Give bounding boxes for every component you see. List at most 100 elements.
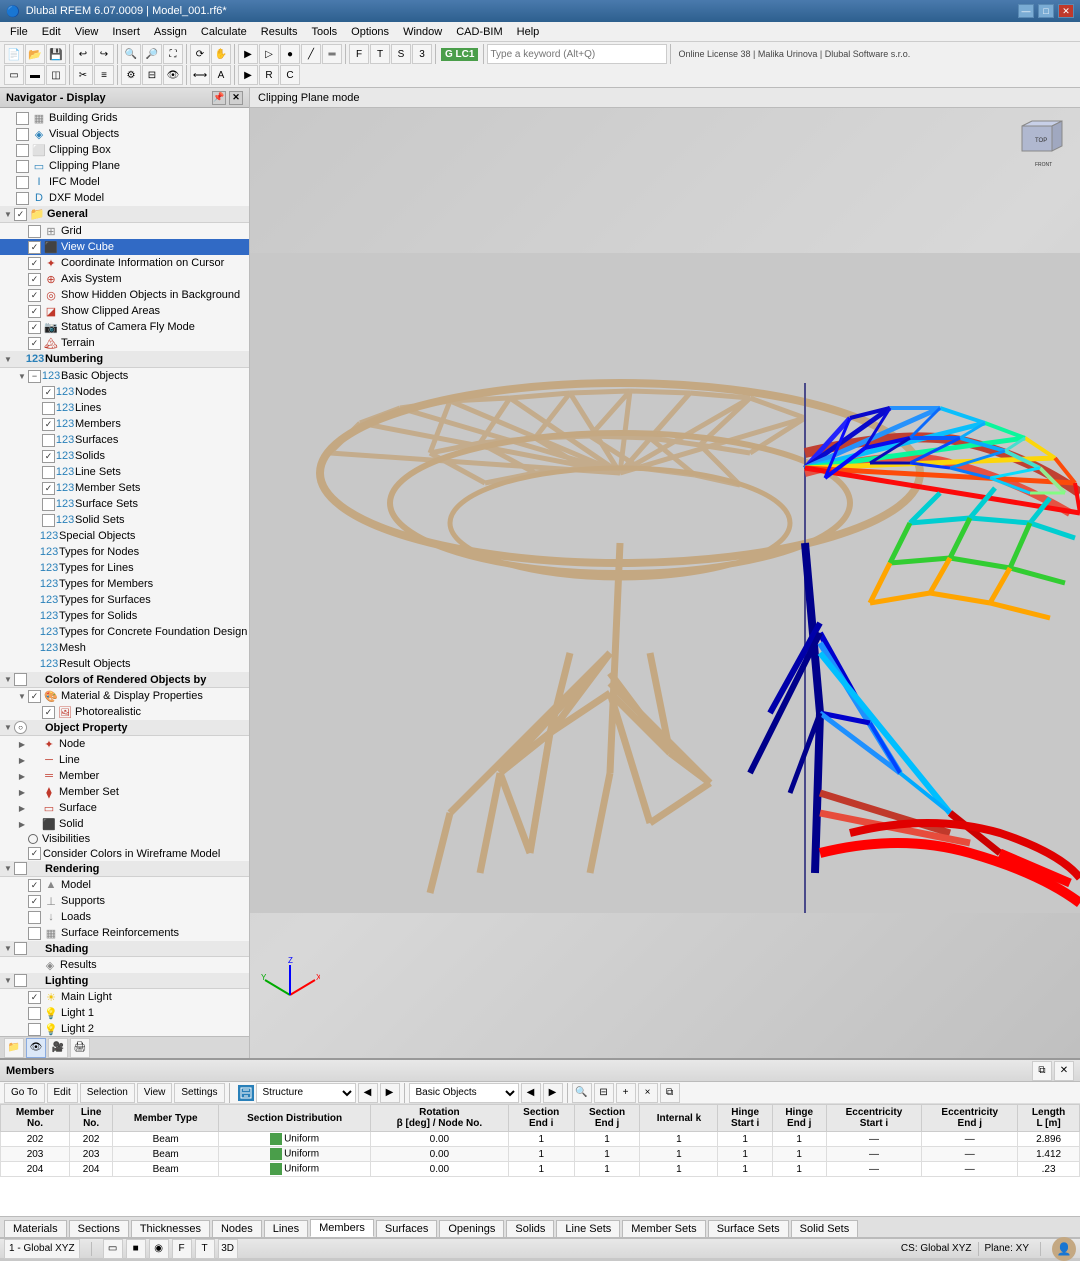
tree-item-building-grids[interactable]: ▦ Building Grids [0,110,249,126]
tree-section-general[interactable]: ▼ 📁 General [0,206,249,223]
tb-section[interactable]: ≡ [94,65,114,85]
cb-view-cube[interactable] [28,241,41,254]
menu-tools[interactable]: Tools [305,24,343,40]
tree-section-lighting[interactable]: ▼ Lighting [0,973,249,989]
cb-material[interactable] [28,690,41,703]
tree-item-model-render[interactable]: ▲ Model [0,877,249,893]
col-section-dist[interactable]: Section Distribution [219,1105,371,1132]
tree-item-solids-num[interactable]: 123 Solids [0,448,249,464]
tree-item-members-num[interactable]: 123 Members [0,416,249,432]
tb-redo[interactable]: ↪ [94,44,114,64]
tree-item-types-solids[interactable]: 123 Types for Solids [0,608,249,624]
cb-surfacesets-num[interactable] [42,498,55,511]
tree-item-supports[interactable]: ⊥ Supports [0,893,249,909]
menu-edit[interactable]: Edit [36,24,67,40]
maximize-button[interactable]: □ [1038,4,1054,18]
view-button[interactable]: View [137,1083,173,1103]
tree-item-axis[interactable]: ⊕ Axis System [0,271,249,287]
menu-window[interactable]: Window [397,24,448,40]
objects-filter-dropdown[interactable]: Basic Objects [409,1083,519,1103]
edit-button[interactable]: Edit [47,1083,78,1103]
tree-item-nodes[interactable]: 123 Nodes [0,384,249,400]
cb-grid[interactable] [28,225,41,238]
nav-tab-print[interactable]: 🖨 [70,1038,90,1058]
tb-zoom-in[interactable]: 🔍 [121,44,141,64]
tb-zoom-all[interactable]: ⛶ [163,44,183,64]
cb-terrain[interactable] [28,337,41,350]
col-section-endi[interactable]: SectionEnd i [508,1105,574,1132]
status-persp[interactable]: 3D [218,1239,238,1259]
nav-tab-views[interactable]: 🎥 [48,1038,68,1058]
tb-display-settings[interactable]: ⚙ [121,65,141,85]
tb-persp-view[interactable]: 3 [412,44,432,64]
tree-item-visibilities[interactable]: Visibilities [0,832,249,846]
col-rotation[interactable]: Rotationβ [deg] / Node No. [370,1105,508,1132]
tb-filter[interactable]: ⊟ [142,65,162,85]
tree-item-loads[interactable]: ↓ Loads [0,909,249,925]
tree-section-shading[interactable]: ▼ Shading [0,941,249,957]
menu-help[interactable]: Help [511,24,546,40]
menu-results[interactable]: Results [255,24,304,40]
menu-insert[interactable]: Insert [106,24,146,40]
bottom-tab-members[interactable]: Members [310,1219,374,1237]
tb-save[interactable]: 💾 [46,44,66,64]
bottom-tab-materials[interactable]: Materials [4,1220,67,1237]
tree-item-light1[interactable]: 💡 Light 1 [0,1005,249,1021]
cb-surfaces-num[interactable] [42,434,55,447]
tree-item-ifc[interactable]: I IFC Model [0,174,249,190]
cb-clipping-plane[interactable] [16,160,29,173]
tb-annotation[interactable]: A [211,65,231,85]
tree-item-clipping-plane[interactable]: ▭ Clipping Plane [0,158,249,174]
tree-item-membersets-num[interactable]: 123 Member Sets [0,480,249,496]
cb-ifc[interactable] [16,176,29,189]
tree-item-dxf[interactable]: D DXF Model [0,190,249,206]
tree-item-surface-reinf[interactable]: ▦ Surface Reinforcements [0,925,249,941]
objects-prev-button[interactable]: ◀ [521,1083,541,1103]
tree-item-types-lines[interactable]: 123 Types for Lines [0,560,249,576]
tree-item-basic-objects[interactable]: ▼ 123 Basic Objects [0,368,249,384]
tree-item-material-display[interactable]: ▼ 🎨 Material & Display Properties [0,688,249,704]
tb-dim[interactable]: ⟷ [190,65,210,85]
cb-main-light[interactable] [28,991,41,1004]
cb-obj-prop[interactable]: ○ [14,721,27,734]
cb-lighting[interactable] [14,974,27,987]
menu-assign[interactable]: Assign [148,24,193,40]
menu-file[interactable]: File [4,24,34,40]
objects-next-button[interactable]: ▶ [543,1083,563,1103]
cb-model-render[interactable] [28,879,41,892]
cb-solidsets-num[interactable] [42,514,55,527]
cb-clipped[interactable] [28,305,41,318]
add-row-button[interactable]: + [616,1083,636,1103]
tb-pan[interactable]: ✋ [211,44,231,64]
cb-general[interactable] [14,208,27,221]
tb-select[interactable]: ▶ [238,44,258,64]
status-wireframe[interactable]: ▭ [103,1239,123,1259]
tree-item-hidden-bg[interactable]: ◎ Show Hidden Objects in Background [0,287,249,303]
tb-undo[interactable]: ↩ [73,44,93,64]
tree-item-view-cube[interactable]: ⬛ View Cube [0,239,249,255]
col-member-no[interactable]: MemberNo. [1,1105,70,1132]
tree-item-line-prop[interactable]: ▶ ─ Line [0,752,249,768]
tree-item-solidsets-num[interactable]: 123 Solid Sets [0,512,249,528]
cb-camera[interactable] [28,321,41,334]
bottom-tab-thicknesses[interactable]: Thicknesses [131,1220,210,1237]
cb-linesets-num[interactable] [42,466,55,479]
bottom-tab-lines[interactable]: Lines [264,1220,308,1237]
delete-row-button[interactable]: × [638,1083,658,1103]
tree-item-surfaces-num[interactable]: 123 Surfaces [0,432,249,448]
tree-item-terrain[interactable]: 🏔 Terrain [0,335,249,351]
col-internal-k[interactable]: Internal k [640,1105,718,1132]
structure-filter-dropdown[interactable]: Structure [256,1083,356,1103]
tb-new[interactable]: 📄 [4,44,24,64]
tree-item-types-concrete[interactable]: 123 Types for Concrete Foundation Design [0,624,249,640]
tree-section-object-property[interactable]: ▼ ○ Object Property [0,720,249,736]
tb-visibility[interactable]: 👁 [163,65,183,85]
bottom-tab-openings[interactable]: Openings [439,1220,504,1237]
table-row[interactable]: 202 202 Beam Uniform 0.00 1 1 1 1 1 — — … [1,1132,1080,1147]
search-input[interactable] [487,44,667,64]
nav-tab-project[interactable]: 📁 [4,1038,24,1058]
tree-item-photorealistic[interactable]: 🖼 Photorealistic [0,704,249,720]
status-top[interactable]: T [195,1239,215,1259]
tb-deselect[interactable]: ▷ [259,44,279,64]
col-hinge-si[interactable]: HingeStart i [718,1105,772,1132]
